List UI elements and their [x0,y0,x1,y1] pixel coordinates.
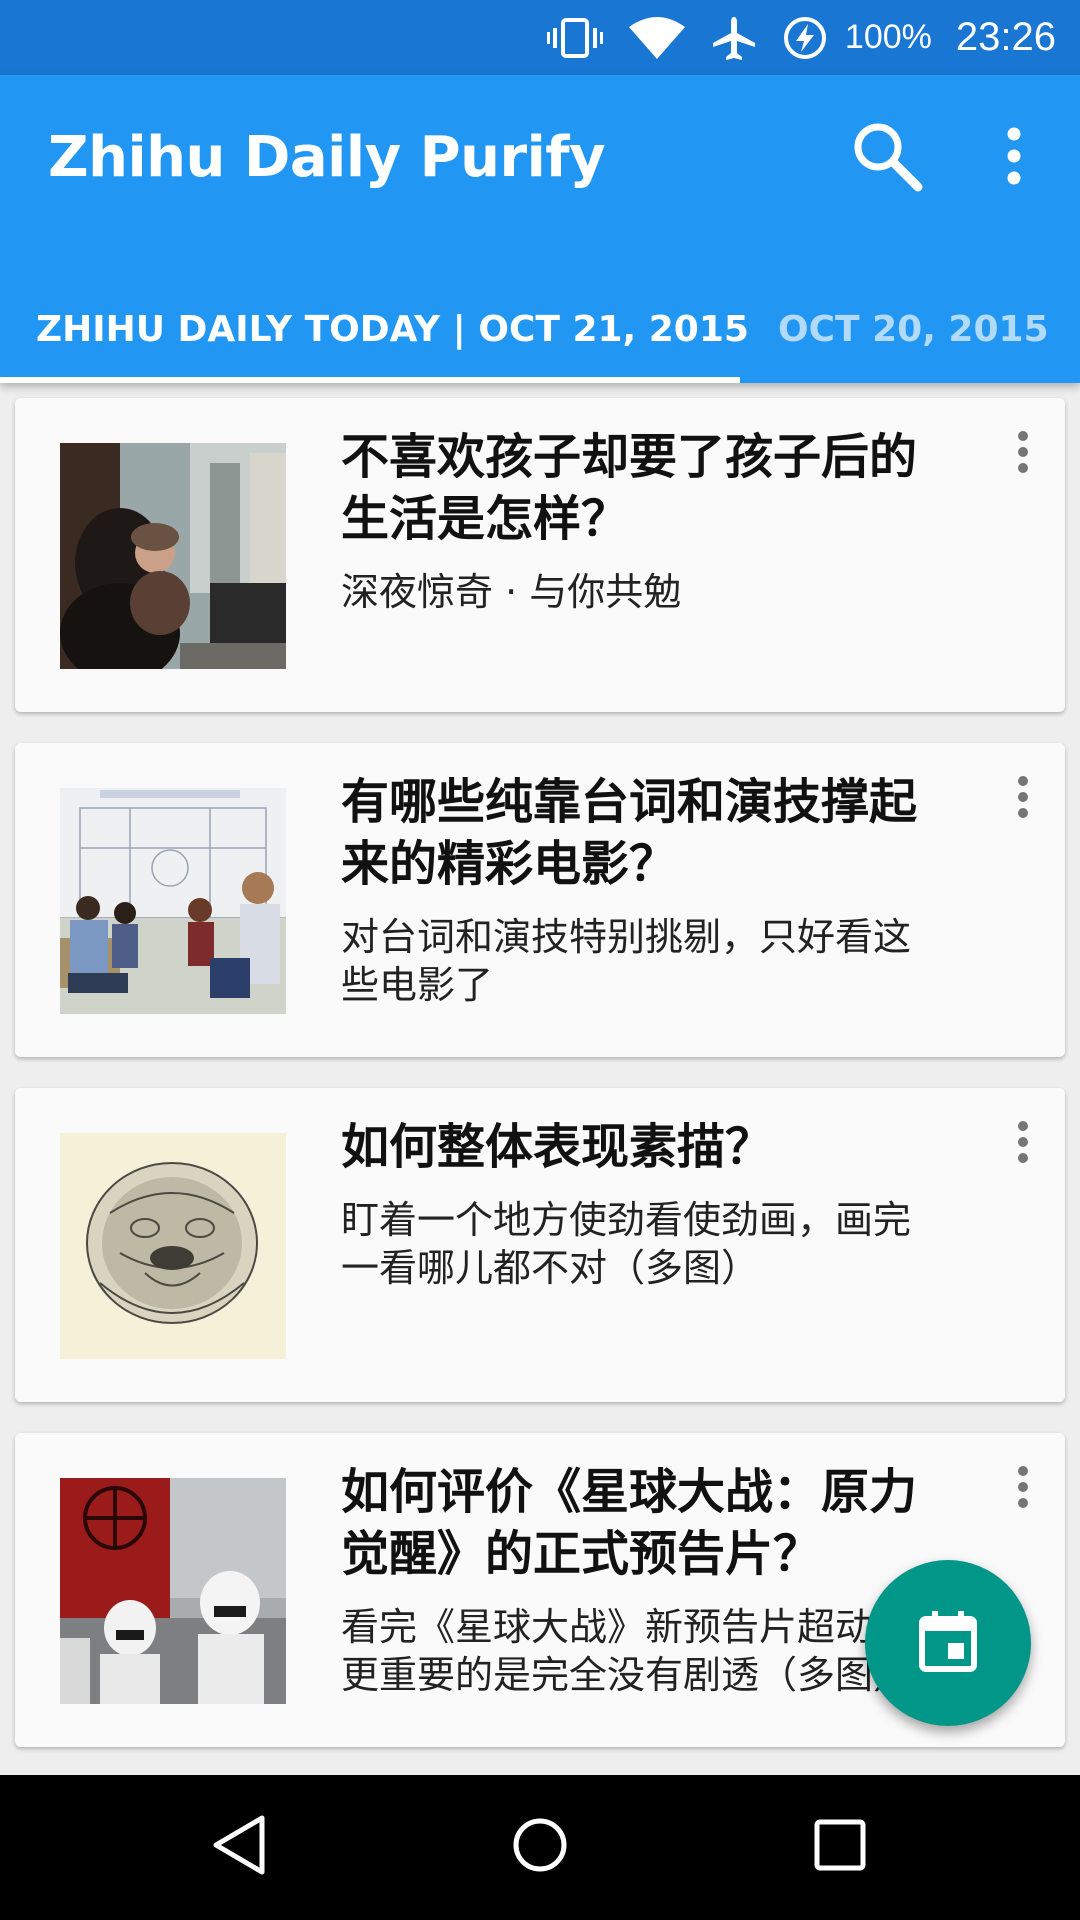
wifi-icon [628,16,685,59]
more-vert-icon [1016,775,1030,823]
more-vert-icon [1016,430,1030,478]
app-bar: Zhihu Daily Purify ZHIHU DAILY TODAY | O… [0,75,1080,383]
search-icon [848,117,924,197]
battery-charging-icon [783,16,827,60]
more-vert-icon [1004,126,1024,190]
story-card[interactable]: 不喜欢孩子却要了孩子后的生活是怎样？ 深夜惊奇 · 与你共勉 [15,398,1065,712]
app-title: Zhihu Daily Purify [48,125,606,190]
story-title: 如何评价《星球大战：原力觉醒》的正式预告片？ [341,1464,918,1582]
story-card[interactable]: 如何整体表现素描？ 盯着一个地方使劲看使劲画，画完一看哪儿都不对（多图） [15,1088,1065,1402]
home-icon [510,1815,570,1879]
back-button[interactable] [200,1807,280,1887]
calendar-icon [918,1609,978,1677]
story-subtitle: 看完《星球大战》新预告片超动，更重要的是完全没有剧透（多图） [341,1605,912,1697]
home-button[interactable] [500,1807,580,1887]
system-nav-bar [0,1775,1080,1920]
story-thumbnail [60,1133,286,1359]
story-thumbnail [60,443,286,669]
more-vert-icon [1016,1120,1030,1168]
search-button[interactable] [848,119,924,195]
card-menu-button[interactable] [1005,771,1041,827]
more-vert-icon [1016,1465,1030,1513]
card-menu-button[interactable] [1005,426,1041,482]
overflow-menu-button[interactable] [990,123,1038,193]
battery-percentage: 100% [844,18,932,56]
recents-icon [812,1817,868,1877]
recents-button[interactable] [800,1807,880,1887]
tab-today[interactable]: ZHIHU DAILY TODAY | OCT 21, 2015 [36,275,749,383]
story-thumbnail [60,788,286,1014]
pick-date-fab[interactable] [865,1560,1031,1726]
date-tabs: ZHIHU DAILY TODAY | OCT 21, 2015 OCT 20,… [0,275,1080,383]
status-bar: 100% 23:26 [0,0,1080,75]
tab-oct-20[interactable]: OCT 20, 2015 [778,275,1049,383]
story-subtitle: 盯着一个地方使劲看使劲画，画完一看哪儿都不对（多图） [341,1198,912,1290]
clock: 23:26 [955,15,1056,59]
tab-indicator [0,377,740,383]
story-card[interactable]: 有哪些纯靠台词和演技撑起来的精彩电影？ 对台词和演技特别挑剔，只好看这些电影了 [15,743,1065,1057]
back-icon [210,1814,270,1880]
story-thumbnail [60,1478,286,1704]
story-subtitle: 深夜惊奇 · 与你共勉 [341,570,682,614]
airplane-mode-icon [711,15,757,61]
story-title: 不喜欢孩子却要了孩子后的生活是怎样？ [341,429,918,547]
story-title: 有哪些纯靠台词和演技撑起来的精彩电影？ [341,774,918,892]
vibrate-icon [546,16,603,60]
story-subtitle: 对台词和演技特别挑剔，只好看这些电影了 [341,915,912,1007]
story-title: 如何整体表现素描？ [341,1119,774,1175]
card-menu-button[interactable] [1005,1461,1041,1517]
card-menu-button[interactable] [1005,1116,1041,1172]
